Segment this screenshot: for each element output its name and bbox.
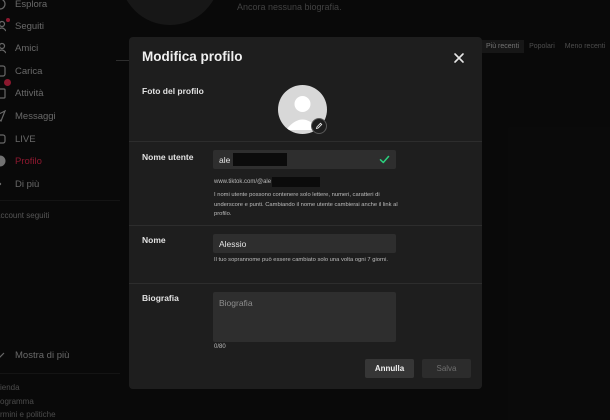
dialog-footer: Annulla Salva [129, 347, 482, 389]
edit-profile-dialog: Modifica profilo Foto del profilo Nome u… [129, 37, 482, 389]
profile-url-text: www.tiktok.com/@ale [214, 179, 272, 185]
name-input[interactable]: Alessio [213, 234, 396, 253]
bio-label: Biografia [142, 293, 179, 303]
bio-char-counter: 0/80 [214, 344, 226, 350]
close-icon[interactable] [452, 51, 466, 65]
check-icon [379, 155, 390, 164]
username-input[interactable]: ale [213, 150, 396, 169]
section-divider [129, 283, 482, 284]
edit-photo-button[interactable] [311, 118, 327, 134]
name-help-text: Il tuo soprannome può essere cambiato so… [214, 257, 389, 263]
save-button[interactable]: Salva [422, 359, 471, 378]
username-value: ale [219, 154, 231, 165]
profile-url: www.tiktok.com/@ale [214, 177, 321, 187]
section-divider [129, 141, 482, 142]
bio-placeholder: Biografia [219, 298, 253, 308]
dialog-title: Modifica profilo [142, 49, 243, 64]
profile-photo-label: Foto del profilo [142, 86, 204, 96]
pencil-icon [315, 122, 323, 130]
redaction-block [272, 177, 321, 187]
cancel-button[interactable]: Annulla [365, 359, 414, 378]
bio-textarea[interactable]: Biografia [213, 292, 396, 342]
name-value: Alessio [219, 238, 247, 249]
section-divider [129, 225, 482, 226]
username-help-text: I nomi utente possono contenere solo let… [214, 192, 398, 217]
redaction-block [233, 153, 288, 166]
name-label: Nome [142, 235, 166, 245]
username-label: Nome utente [142, 152, 194, 162]
